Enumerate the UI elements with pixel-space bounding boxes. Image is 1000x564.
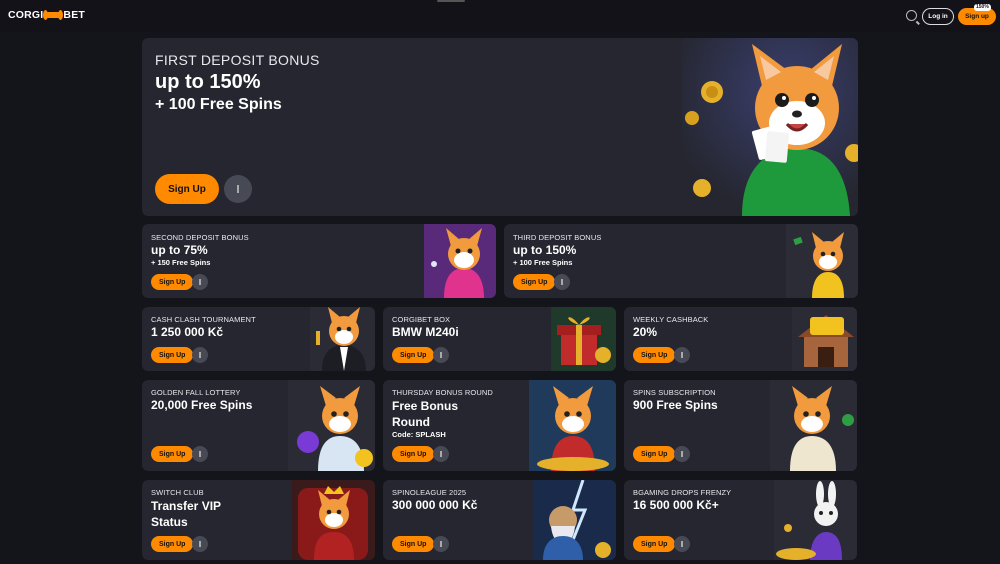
card-value: 16 500 000 Kč+	[633, 498, 719, 512]
sign-up-button[interactable]: Sign Up	[633, 446, 676, 462]
card-value: Transfer VIP Status	[151, 499, 221, 529]
card-title: WEEKLY CASHBACK	[633, 315, 709, 324]
card-value: 1 250 000 Kč	[151, 325, 224, 339]
zeus-illustration	[533, 480, 616, 560]
info-icon[interactable]	[192, 274, 208, 290]
gift-box-illustration	[551, 307, 616, 371]
card-title: SPINS SUBSCRIPTION	[633, 388, 716, 397]
card-value: 20%	[633, 325, 658, 339]
corgi-king-illustration	[292, 480, 375, 560]
login-button[interactable]: Log in	[922, 8, 954, 25]
sign-up-button[interactable]: Sign Up	[155, 174, 219, 204]
spinoleague-card: SPINOLEAGUE 2025 300 000 000 Kč Sign Up	[383, 480, 616, 560]
card-title: FIRST DEPOSIT BONUS	[155, 52, 320, 68]
info-icon[interactable]	[192, 347, 208, 363]
corgi-tuxedo-illustration	[310, 307, 375, 371]
sign-up-button[interactable]: Sign Up	[392, 536, 435, 552]
switch-club-card: SWITCH CLUB Transfer VIP Status Sign Up	[142, 480, 375, 560]
card-title: SPINOLEAGUE 2025	[392, 488, 467, 497]
info-icon[interactable]	[674, 536, 690, 552]
cashback-house-illustration	[792, 307, 857, 371]
card-title: CASH CLASH TOURNAMENT	[151, 315, 256, 324]
logo-text-left: CORGI	[8, 9, 44, 21]
corgi-scientist-illustration	[288, 380, 375, 471]
corgi-coins-illustration	[529, 380, 616, 471]
info-icon[interactable]	[192, 536, 208, 552]
bunny-coins-illustration	[774, 480, 857, 560]
sign-up-button[interactable]: Sign Up	[633, 347, 676, 363]
card-value: BMW M240i	[392, 325, 459, 339]
sign-up-button[interactable]: Sign Up	[392, 446, 435, 462]
cash-clash-tournament-card: CASH CLASH TOURNAMENT 1 250 000 Kč Sign …	[142, 307, 375, 371]
info-icon[interactable]	[554, 274, 570, 290]
card-value: up to 150%	[155, 71, 261, 93]
sign-up-button[interactable]: Sign Up	[151, 536, 194, 552]
info-icon[interactable]	[674, 446, 690, 462]
card-value: up to 75%	[151, 243, 208, 257]
card-subtitle: + 100 Free Spins	[155, 96, 282, 113]
weekly-cashback-card: WEEKLY CASHBACK 20% Sign Up	[624, 307, 857, 371]
bone-icon	[43, 10, 64, 20]
logo-text-right: BET	[63, 9, 86, 21]
bgaming-drops-frenzy-card: BGAMING DROPS FRENZY 16 500 000 Kč+ Sign…	[624, 480, 857, 560]
sign-up-button[interactable]: Sign Up	[392, 347, 435, 363]
sign-up-button[interactable]: Sign Up	[513, 274, 556, 290]
info-icon[interactable]	[433, 446, 449, 462]
sign-up-button[interactable]: Sign Up	[151, 446, 194, 462]
card-subtitle: + 100 Free Spins	[513, 258, 573, 267]
card-title: BGAMING DROPS FRENZY	[633, 488, 732, 497]
golden-fall-lottery-card: GOLDEN FALL LOTTERY 20,000 Free Spins Si…	[142, 380, 375, 471]
sign-up-button[interactable]: Sign Up	[151, 347, 194, 363]
card-value: 900 Free Spins	[633, 398, 718, 412]
card-value: 20,000 Free Spins	[151, 398, 253, 412]
corgi-toga-illustration	[770, 380, 857, 471]
sign-up-button[interactable]: Sign Up	[633, 536, 676, 552]
info-icon[interactable]	[433, 347, 449, 363]
scroll-indicator	[437, 0, 465, 2]
signup-bonus-badge: 150%	[974, 4, 991, 11]
logo[interactable]: CORGI BET	[8, 9, 85, 21]
top-bar: CORGI BET Log in Sign up 150%	[0, 0, 1000, 32]
search-icon[interactable]	[906, 10, 917, 21]
card-title: SECOND DEPOSIT BONUS	[151, 233, 249, 242]
card-title: SWITCH CLUB	[151, 488, 204, 497]
spins-subscription-card: SPINS SUBSCRIPTION 900 Free Spins Sign U…	[624, 380, 857, 471]
thursday-bonus-round-card: THURSDAY BONUS ROUND Free Bonus Round Co…	[383, 380, 616, 471]
card-value: 300 000 000 Kč	[392, 498, 478, 512]
card-title: THURSDAY BONUS ROUND	[392, 388, 493, 397]
sign-up-button[interactable]: Sign Up	[151, 274, 194, 290]
corgi-dancing-illustration	[786, 224, 858, 298]
card-title: CORGIBET BOX	[392, 315, 451, 324]
card-value: up to 150%	[513, 243, 577, 257]
second-deposit-bonus-card: SECOND DEPOSIT BONUS up to 75% + 150 Fre…	[142, 224, 496, 298]
card-subtitle: + 150 Free Spins	[151, 258, 211, 267]
first-deposit-bonus-card: FIRST DEPOSIT BONUS up to 150% + 100 Fre…	[142, 38, 858, 216]
third-deposit-bonus-card: THIRD DEPOSIT BONUS up to 150% + 100 Fre…	[504, 224, 858, 298]
promo-code: Code: SPLASH	[392, 430, 446, 439]
card-value: Free Bonus Round	[392, 399, 459, 429]
card-title: THIRD DEPOSIT BONUS	[513, 233, 602, 242]
info-icon[interactable]	[192, 446, 208, 462]
corgibet-box-card: CORGIBET BOX BMW M240i Sign Up	[383, 307, 616, 371]
card-title: GOLDEN FALL LOTTERY	[151, 388, 241, 397]
corgi-mascot-illustration	[682, 38, 858, 216]
info-icon[interactable]	[433, 536, 449, 552]
info-icon[interactable]	[224, 175, 252, 203]
corgi-pink-dress-illustration	[424, 224, 496, 298]
info-icon[interactable]	[674, 347, 690, 363]
